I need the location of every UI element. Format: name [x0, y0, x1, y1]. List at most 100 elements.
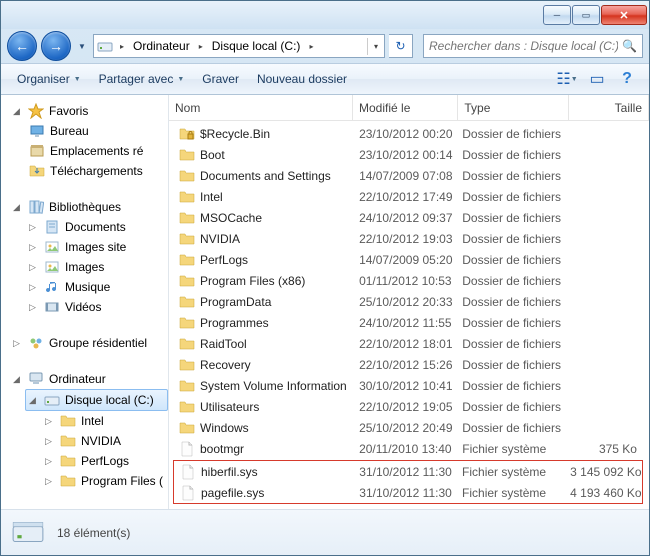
- file-row[interactable]: $Recycle.Bin 23/10/2012 00:20 Dossier de…: [173, 123, 643, 144]
- sidebar-item[interactable]: ▷ Images site: [13, 237, 168, 257]
- share-button[interactable]: Partager avec▼: [91, 68, 193, 90]
- column-type[interactable]: Type: [458, 95, 569, 120]
- file-row[interactable]: System Volume Information 30/10/2012 10:…: [173, 375, 643, 396]
- breadcrumb-drive[interactable]: Disque local (C:): [207, 35, 306, 57]
- file-row[interactable]: MSOCache 24/10/2012 09:37 Dossier de fic…: [173, 207, 643, 228]
- favorites-header[interactable]: ◢ Favoris: [13, 101, 168, 121]
- file-date: 22/10/2012 15:26: [353, 358, 456, 372]
- file-row[interactable]: Windows 25/10/2012 20:49 Dossier de fich…: [173, 417, 643, 438]
- search-input[interactable]: [429, 39, 618, 53]
- file-size: 4 193 460 Ko: [564, 486, 642, 500]
- sidebar-item[interactable]: Emplacements ré: [13, 141, 168, 161]
- folder-icon: [179, 168, 195, 184]
- column-name[interactable]: Nom: [169, 95, 353, 120]
- sidebar-item[interactable]: ▷ Musique: [13, 277, 168, 297]
- collapse-icon: ◢: [13, 202, 23, 213]
- search-box[interactable]: 🔍: [423, 34, 643, 58]
- favorites-label: Favoris: [49, 104, 88, 118]
- sidebar-item[interactable]: Téléchargements: [13, 161, 168, 181]
- sidebar-item[interactable]: Bureau: [13, 121, 168, 141]
- libraries-header[interactable]: ◢ Bibliothèques: [13, 197, 168, 217]
- file-date: 14/07/2009 07:08: [353, 169, 456, 183]
- file-row[interactable]: PerfLogs 14/07/2009 05:20 Dossier de fic…: [173, 249, 643, 270]
- file-row[interactable]: Boot 23/10/2012 00:14 Dossier de fichier…: [173, 144, 643, 165]
- file-row[interactable]: Documents and Settings 14/07/2009 07:08 …: [173, 165, 643, 186]
- computer-header[interactable]: ◢ Ordinateur: [13, 369, 168, 389]
- file-row[interactable]: Intel 22/10/2012 17:49 Dossier de fichie…: [173, 186, 643, 207]
- file-date: 31/10/2012 11:30: [353, 465, 456, 479]
- file-row[interactable]: RaidTool 22/10/2012 18:01 Dossier de fic…: [173, 333, 643, 354]
- burn-button[interactable]: Graver: [194, 68, 247, 90]
- sidebar-item[interactable]: ▷ NVIDIA: [13, 431, 168, 451]
- file-name: Boot: [200, 148, 225, 162]
- column-date[interactable]: Modifié le: [353, 95, 458, 120]
- file-type: Dossier de fichiers: [456, 169, 565, 183]
- organize-button[interactable]: Organiser▼: [9, 68, 89, 90]
- breadcrumb-computer[interactable]: Ordinateur: [128, 35, 195, 57]
- img-icon: [44, 239, 60, 255]
- sidebar-item[interactable]: ▷ PerfLogs: [13, 451, 168, 471]
- sidebar-item[interactable]: ▷ Intel: [13, 411, 168, 431]
- navigation-pane: ◢ Favoris Bureau Emplacements ré Télécha…: [1, 95, 169, 509]
- homegroup-group: ▷ Groupe résidentiel: [13, 333, 168, 353]
- file-date: 23/10/2012 00:14: [353, 148, 456, 162]
- file-row[interactable]: hiberfil.sys 31/10/2012 11:30 Fichier sy…: [174, 461, 642, 482]
- view-options-button[interactable]: ☷▼: [553, 67, 581, 91]
- file-date: 23/10/2012 00:20: [353, 127, 456, 141]
- expand-icon: ▷: [45, 456, 55, 467]
- sidebar-item[interactable]: ▷ Program Files (: [13, 471, 168, 491]
- close-button[interactable]: ✕: [601, 5, 647, 25]
- file-row[interactable]: bootmgr 20/11/2010 13:40 Fichier système…: [173, 438, 643, 459]
- help-button[interactable]: ?: [613, 67, 641, 91]
- panel-icon: ▭: [589, 69, 604, 89]
- sidebar-item[interactable]: ▷ Images: [13, 257, 168, 277]
- file-row[interactable]: ProgramData 25/10/2012 20:33 Dossier de …: [173, 291, 643, 312]
- forward-button[interactable]: →: [41, 31, 71, 61]
- file-row[interactable]: Utilisateurs 22/10/2012 19:05 Dossier de…: [173, 396, 643, 417]
- sidebar-item[interactable]: ▷ Vidéos: [13, 297, 168, 317]
- file-name: $Recycle.Bin: [200, 127, 270, 141]
- minimize-button[interactable]: ─: [543, 5, 571, 25]
- file-icon: [179, 441, 195, 457]
- downloads-icon: [29, 163, 45, 179]
- computer-icon: [28, 371, 44, 387]
- file-row[interactable]: Program Files (x86) 01/11/2012 10:53 Dos…: [173, 270, 643, 291]
- file-name: ProgramData: [200, 295, 271, 309]
- nav-bar: ← → ▼ ▸ Ordinateur ▸ Disque local (C:) ▸…: [1, 29, 649, 63]
- folder-icon: [60, 453, 76, 469]
- maximize-button[interactable]: ▭: [572, 5, 600, 25]
- file-name: PerfLogs: [200, 253, 248, 267]
- file-type: Dossier de fichiers: [456, 337, 565, 351]
- file-date: 14/07/2009 05:20: [353, 253, 456, 267]
- preview-pane-button[interactable]: ▭: [583, 67, 611, 91]
- address-bar[interactable]: ▸ Ordinateur ▸ Disque local (C:) ▸ ▾: [93, 34, 385, 58]
- homegroup-header[interactable]: ▷ Groupe résidentiel: [13, 333, 168, 353]
- history-dropdown[interactable]: ▼: [75, 35, 89, 57]
- file-name: hiberfil.sys: [201, 465, 258, 479]
- new-folder-button[interactable]: Nouveau dossier: [249, 68, 355, 90]
- folder-icon: [179, 336, 195, 352]
- recent-icon: [29, 143, 45, 159]
- file-row[interactable]: NVIDIA 22/10/2012 19:03 Dossier de fichi…: [173, 228, 643, 249]
- file-type: Dossier de fichiers: [456, 274, 565, 288]
- file-type: Dossier de fichiers: [456, 316, 565, 330]
- sidebar-item[interactable]: ▷ Documents: [13, 217, 168, 237]
- folder-lock-icon: [179, 126, 195, 142]
- drive-icon: [44, 392, 60, 408]
- folder-icon: [179, 315, 195, 331]
- file-row[interactable]: Recovery 22/10/2012 15:26 Dossier de fic…: [173, 354, 643, 375]
- file-row[interactable]: Programmes 24/10/2012 11:55 Dossier de f…: [173, 312, 643, 333]
- file-row[interactable]: pagefile.sys 31/10/2012 11:30 Fichier sy…: [174, 482, 642, 503]
- column-headers: Nom Modifié le Type Taille: [169, 95, 649, 121]
- refresh-button[interactable]: ↻: [389, 34, 413, 58]
- back-button[interactable]: ←: [7, 31, 37, 61]
- file-name: Recovery: [200, 358, 251, 372]
- address-dropdown-icon[interactable]: ▾: [367, 38, 384, 55]
- column-size[interactable]: Taille: [569, 95, 649, 120]
- file-type: Dossier de fichiers: [456, 148, 565, 162]
- file-date: 20/11/2010 13:40: [353, 442, 456, 456]
- file-list[interactable]: $Recycle.Bin 23/10/2012 00:20 Dossier de…: [169, 121, 649, 509]
- sidebar-item-drive-c[interactable]: ◢ Disque local (C:): [25, 389, 168, 411]
- file-date: 22/10/2012 17:49: [353, 190, 456, 204]
- file-name: bootmgr: [200, 442, 244, 456]
